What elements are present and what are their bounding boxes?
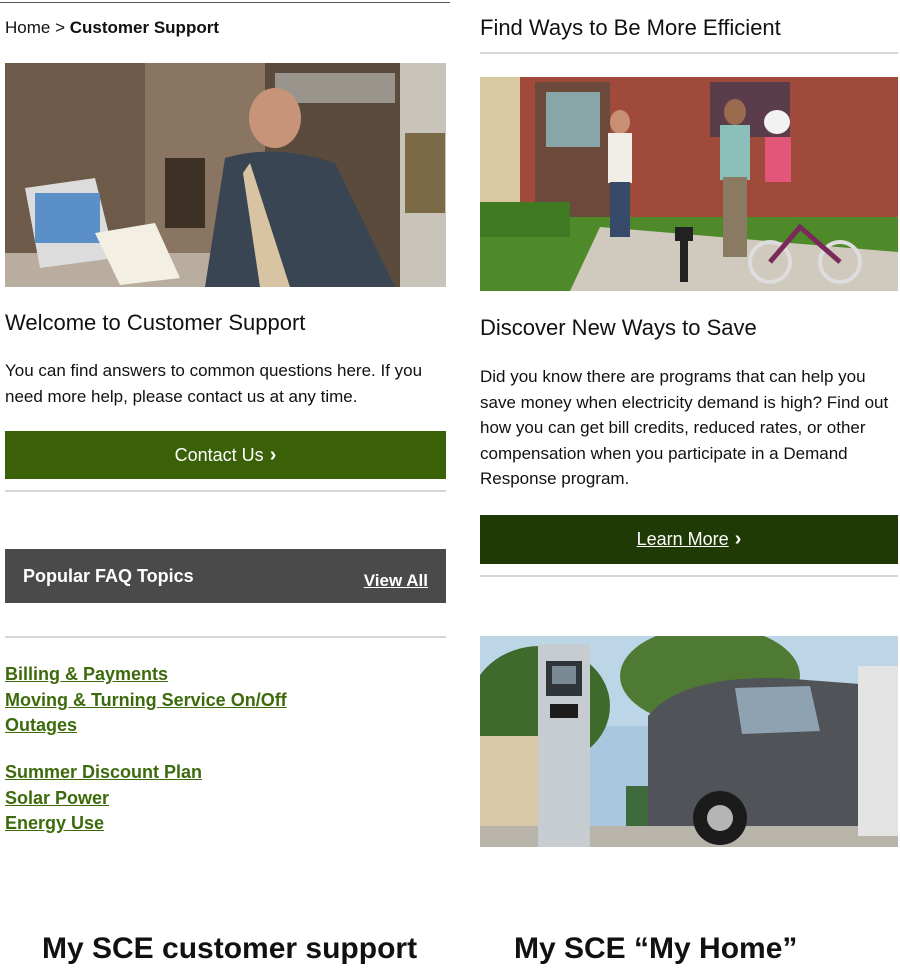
list-item: Billing & Payments — [5, 662, 287, 688]
view-all-link[interactable]: View All — [364, 571, 428, 591]
caption-customer-support: My SCE customer support — [42, 932, 418, 965]
family-home-photo — [480, 77, 898, 291]
chevron-right-icon: › — [734, 528, 742, 550]
faq-link-moving[interactable]: Moving & Turning Service On/Off — [5, 690, 287, 710]
breadcrumb-current: Customer Support — [69, 18, 219, 37]
ev-charging-photo — [480, 636, 898, 847]
faq-link-outages[interactable]: Outages — [5, 715, 77, 735]
support-hero-photo — [5, 63, 446, 287]
list-item: Outages — [5, 713, 287, 739]
faq-link-energy-use[interactable]: Energy Use — [5, 813, 104, 833]
faq-links-group-1: Billing & Payments Moving & Turning Serv… — [5, 662, 287, 739]
divider — [480, 575, 898, 577]
caption-my-home: My SCE “My Home” — [514, 932, 798, 965]
breadcrumb: Home > Customer Support — [5, 18, 219, 38]
faq-title: Popular FAQ Topics — [23, 565, 194, 586]
save-heading: Discover New Ways to Save — [480, 315, 757, 340]
efficiency-heading: Find Ways to Be More Efficient — [480, 15, 781, 40]
contact-us-label: Contact Us — [174, 444, 264, 465]
list-item: Solar Power — [5, 786, 202, 812]
faq-link-solar-power[interactable]: Solar Power — [5, 788, 109, 808]
divider — [480, 52, 898, 54]
list-item: Moving & Turning Service On/Off — [5, 688, 287, 714]
welcome-text: You can find answers to common questions… — [5, 361, 423, 406]
learn-more-label: Learn More — [636, 529, 729, 549]
divider — [5, 490, 446, 492]
faq-link-summer-discount[interactable]: Summer Discount Plan — [5, 762, 202, 782]
breadcrumb-separator: > — [55, 18, 66, 37]
top-divider — [0, 2, 450, 3]
faq-link-billing[interactable]: Billing & Payments — [5, 664, 168, 684]
contact-us-button[interactable]: Contact Us › — [5, 431, 446, 479]
save-text: Did you know there are programs that can… — [480, 367, 889, 488]
chevron-right-icon: › — [269, 443, 277, 466]
learn-more-button[interactable]: Learn More › — [480, 515, 898, 564]
list-item: Summer Discount Plan — [5, 760, 202, 786]
divider — [5, 636, 446, 638]
breadcrumb-home-link[interactable]: Home — [5, 18, 50, 37]
welcome-heading: Welcome to Customer Support — [5, 310, 306, 335]
faq-header: Popular FAQ Topics View All — [5, 549, 446, 603]
list-item: Energy Use — [5, 811, 202, 837]
faq-links-group-2: Summer Discount Plan Solar Power Energy … — [5, 760, 202, 837]
